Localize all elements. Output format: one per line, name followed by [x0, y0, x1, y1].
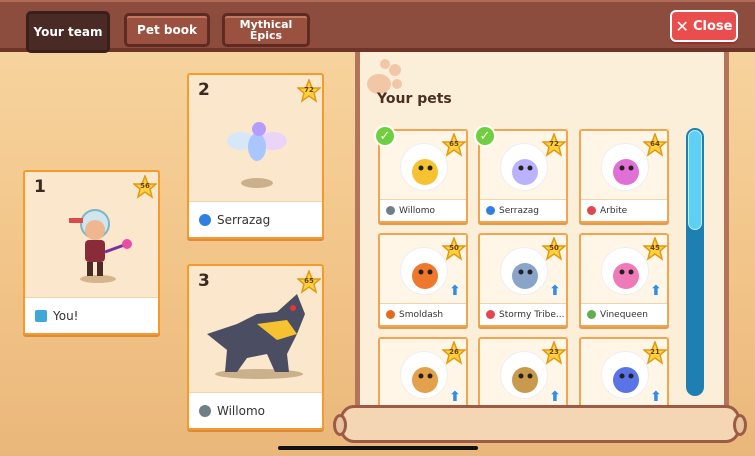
scroll-roll-end — [733, 414, 747, 436]
tab-mythical-epics[interactable]: Mythical Epics — [222, 13, 310, 47]
team-name-bar: Serrazag — [189, 201, 322, 237]
upgrade-arrow-icon[interactable]: ⬆ — [548, 389, 562, 405]
pet-name: Arbite — [600, 205, 628, 216]
fire-element-icon — [386, 310, 395, 319]
check-icon: ✓ — [374, 125, 396, 147]
level-value: 23 — [549, 348, 559, 356]
check-icon: ✓ — [474, 125, 496, 147]
earth-element-icon — [587, 310, 596, 319]
willomo-icon — [207, 294, 305, 379]
pet-name-bar: Stormy Tribe... — [480, 303, 566, 325]
player-icon — [35, 309, 47, 322]
team-slot-2[interactable]: 2 72 Serrazag — [187, 73, 324, 239]
level-value: 72 — [304, 86, 314, 94]
air-element-icon — [386, 206, 395, 215]
tab-label: Mythical Epics — [239, 18, 293, 42]
level-star-icon: 65 — [440, 131, 468, 157]
pet-name-bar: Smoldash — [380, 303, 466, 325]
serrazag-icon — [227, 122, 287, 188]
level-star-icon: 23 — [540, 339, 568, 365]
pet-portrait — [500, 247, 548, 295]
team-slot-3[interactable]: 3 65 Willomo — [187, 264, 324, 430]
pet-portrait — [400, 247, 448, 295]
level-value: 26 — [449, 348, 459, 356]
slot-number: 2 — [198, 80, 210, 100]
pet-card[interactable]: 64 Arbite — [579, 129, 669, 223]
level-star-icon: 56 — [131, 173, 159, 199]
pet-portrait — [601, 247, 649, 295]
pet-portrait — [601, 143, 649, 191]
team-slot-1[interactable]: 1 56 You! — [23, 170, 160, 335]
pet-name: Serrazag — [499, 205, 539, 216]
pet-card[interactable]: 21 ⬆ — [579, 337, 669, 409]
player-avatar-icon — [69, 209, 132, 283]
tab-label: Your team — [33, 24, 103, 39]
pet-name: Smoldash — [399, 309, 444, 320]
upgrade-arrow-icon[interactable]: ⬆ — [448, 283, 462, 299]
team-name-bar: Willomo — [189, 392, 322, 428]
pet-name: Stormy Tribe... — [499, 309, 565, 320]
scrollbar-thumb[interactable] — [688, 130, 702, 230]
water-element-icon — [486, 206, 495, 215]
pet-card[interactable]: ✓ 72 Serrazag — [474, 125, 568, 223]
team-name: Willomo — [217, 403, 265, 418]
level-value: 21 — [650, 348, 660, 356]
pet-portrait — [601, 351, 649, 399]
level-value: 50 — [449, 244, 459, 252]
level-star-icon: 26 — [440, 339, 468, 365]
home-indicator — [278, 446, 478, 450]
water-icon — [199, 213, 211, 226]
pet-name: Vinequeen — [600, 309, 648, 320]
level-value: 50 — [549, 244, 559, 252]
pet-portrait — [500, 351, 548, 399]
level-star-icon: 21 — [641, 339, 669, 365]
team-name: You! — [53, 308, 79, 323]
upgrade-arrow-icon[interactable]: ⬆ — [649, 389, 663, 405]
team-name: Serrazag — [217, 212, 271, 227]
pet-name: Willomo — [399, 205, 435, 216]
pet-name-bar: Willomo — [380, 199, 466, 221]
level-star-icon: 72 — [295, 77, 323, 103]
upgrade-arrow-icon[interactable]: ⬆ — [548, 283, 562, 299]
level-value: 64 — [650, 140, 660, 148]
pet-card[interactable]: 26 ⬆ — [378, 337, 468, 409]
tab-pet-book[interactable]: Pet book — [124, 13, 210, 47]
level-star-icon: 64 — [641, 131, 669, 157]
pet-name-bar: Serrazag — [480, 199, 566, 221]
pet-portrait — [400, 143, 448, 191]
tab-label: Pet book — [137, 22, 197, 37]
storm-element-icon — [486, 310, 495, 319]
close-button[interactable]: ✕ Close — [670, 10, 738, 42]
pet-card[interactable]: 50 ⬆ Stormy Tribe... — [478, 233, 568, 327]
upgrade-arrow-icon[interactable]: ⬆ — [448, 389, 462, 405]
level-value: 45 — [650, 244, 660, 252]
close-label: Close — [692, 18, 733, 34]
level-value: 56 — [140, 182, 150, 190]
air-icon — [199, 404, 211, 417]
storm-element-icon — [587, 206, 596, 215]
pet-card[interactable]: 50 ⬆ Smoldash — [378, 233, 468, 327]
level-value: 72 — [549, 140, 559, 148]
pet-card[interactable]: 45 ⬆ Vinequeen — [579, 233, 669, 327]
scroll-roll-end — [333, 414, 347, 436]
pet-name-bar: Arbite — [581, 199, 667, 221]
level-star-icon: 50 — [440, 235, 468, 261]
level-star-icon: 72 — [540, 131, 568, 157]
pet-name-bar: Vinequeen — [581, 303, 667, 325]
pet-card[interactable]: ✓ 65 Willomo — [374, 125, 468, 223]
level-star-icon: 50 — [540, 235, 568, 261]
level-star-icon: 45 — [641, 235, 669, 261]
pet-card[interactable]: 23 ⬆ — [478, 337, 568, 409]
top-bar: Your team Pet book Mythical Epics ✕ Clos… — [0, 0, 755, 53]
upgrade-arrow-icon[interactable]: ⬆ — [649, 283, 663, 299]
team-name-bar: You! — [25, 297, 158, 333]
scroll-roll — [333, 405, 747, 443]
tab-your-team[interactable]: Your team — [26, 11, 110, 53]
pet-portrait — [500, 143, 548, 191]
close-icon: ✕ — [675, 16, 689, 36]
pets-title: Your pets — [377, 91, 452, 107]
pet-portrait — [400, 351, 448, 399]
level-value: 65 — [449, 140, 459, 148]
slot-number: 1 — [34, 177, 46, 197]
